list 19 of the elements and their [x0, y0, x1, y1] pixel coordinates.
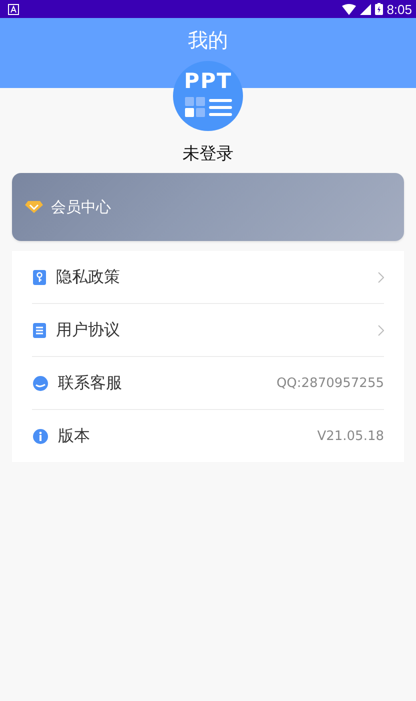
info-icon	[33, 428, 48, 444]
menu-item[interactable]: 隐私政策	[32, 251, 384, 304]
status-time: 8:05	[386, 2, 412, 16]
menu-item[interactable]: 联系客服 QQ:2870957255	[32, 357, 384, 410]
app-logo: PPT	[173, 61, 243, 131]
battery-icon	[374, 3, 383, 15]
page-title: 我的	[188, 27, 228, 53]
key-icon	[33, 270, 46, 284]
diamond-icon	[25, 201, 43, 213]
login-status: 未登录	[182, 143, 234, 165]
chevron-right-icon	[378, 272, 384, 282]
wifi-icon	[342, 4, 356, 14]
document-icon	[33, 322, 46, 338]
notification-icon	[8, 4, 19, 14]
signal-icon	[360, 4, 371, 14]
chat-icon	[33, 376, 48, 390]
menu-item[interactable]: 版本 V21.05.18	[32, 410, 384, 462]
menu-item[interactable]: 用户协议	[32, 304, 384, 357]
chevron-right-icon	[378, 324, 384, 336]
